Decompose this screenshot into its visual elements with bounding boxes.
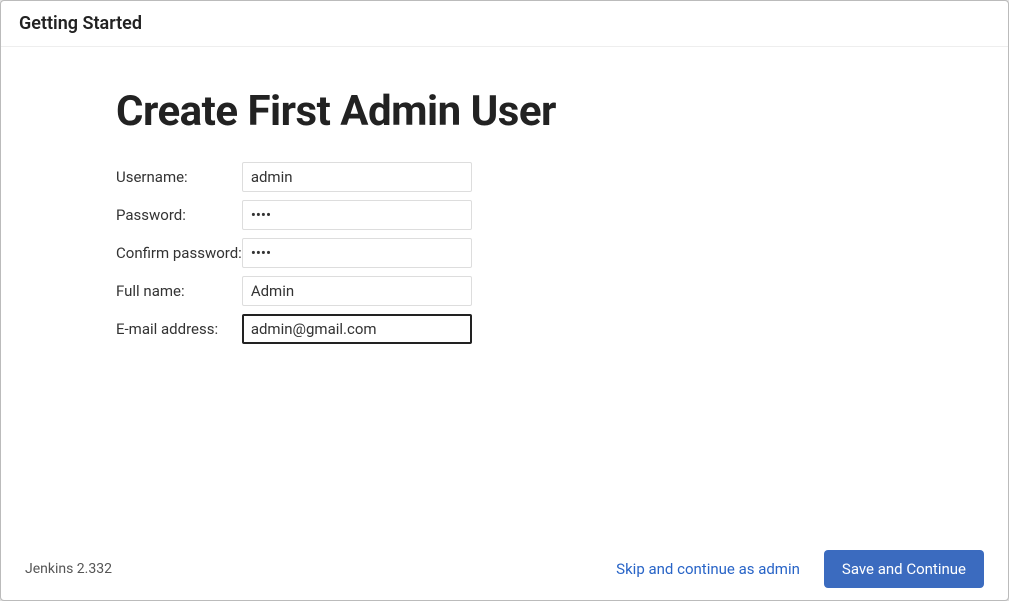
confirm-password-label: Confirm password: <box>116 238 242 268</box>
header-title: Getting Started <box>19 13 142 34</box>
full-name-row: Full name: <box>116 276 472 306</box>
full-name-input[interactable] <box>242 276 472 306</box>
save-continue-button[interactable]: Save and Continue <box>824 550 984 588</box>
password-label: Password: <box>116 200 242 230</box>
confirm-password-row: Confirm password: <box>116 238 472 268</box>
admin-user-form: Username: Password: Confirm password: Fu… <box>116 154 472 352</box>
modal-header: Getting Started <box>1 1 1008 47</box>
password-row: Password: <box>116 200 472 230</box>
confirm-password-input[interactable] <box>242 238 472 268</box>
username-input[interactable] <box>242 162 472 192</box>
username-row: Username: <box>116 162 472 192</box>
modal-footer: Jenkins 2.332 Skip and continue as admin… <box>1 537 1008 600</box>
email-input[interactable] <box>242 314 472 344</box>
skip-button[interactable]: Skip and continue as admin <box>604 552 812 586</box>
email-row: E-mail address: <box>116 314 472 344</box>
setup-modal: Getting Started Create First Admin User … <box>0 0 1009 601</box>
username-label: Username: <box>116 162 242 192</box>
page-title: Create First Admin User <box>116 87 908 136</box>
modal-body: Create First Admin User Username: Passwo… <box>1 47 1008 537</box>
version-label: Jenkins 2.332 <box>25 561 112 577</box>
email-label: E-mail address: <box>116 314 242 344</box>
full-name-label: Full name: <box>116 276 242 306</box>
password-input[interactable] <box>242 200 472 230</box>
